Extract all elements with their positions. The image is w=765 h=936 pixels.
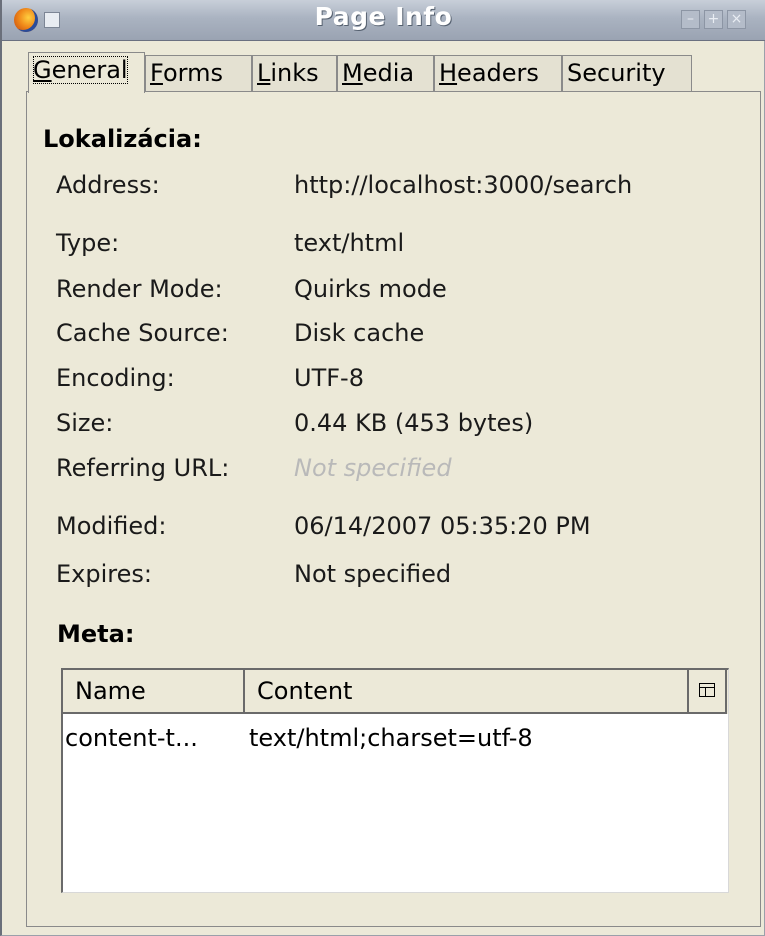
modified-label: Modified: [56, 512, 167, 540]
maximize-icon[interactable]: + [704, 10, 723, 29]
general-panel: Lokalizácia: Address: http://localhost:3… [26, 91, 761, 927]
tab-media[interactable]: Media [337, 55, 434, 91]
referring-url-value: Not specified [294, 454, 452, 482]
column-picker-button[interactable] [689, 670, 727, 714]
meta-row-name[interactable]: content-t... [65, 724, 198, 752]
title-bar[interactable]: Page Info – + × [2, 0, 765, 41]
tab-headers[interactable]: Headers [434, 55, 562, 91]
column-header-content[interactable]: Content [245, 670, 689, 714]
meta-table-header: Name Content [63, 670, 728, 714]
tab-links[interactable]: Links [252, 55, 337, 91]
type-label: Type: [56, 229, 120, 257]
cache-source-label: Cache Source: [56, 319, 229, 347]
page-info-window: Page Info – + × General Forms Links Medi… [0, 0, 765, 936]
close-icon[interactable]: × [727, 10, 746, 29]
tab-security[interactable]: Security [562, 55, 692, 91]
column-picker-icon [699, 683, 715, 697]
minimize-icon[interactable]: – [681, 10, 700, 29]
meta-table[interactable]: Name Content content-t... text/html;char… [61, 668, 729, 893]
encoding-value[interactable]: UTF-8 [294, 364, 364, 392]
render-mode-value[interactable]: Quirks mode [294, 275, 447, 303]
size-label: Size: [56, 409, 114, 437]
render-mode-label: Render Mode: [56, 275, 223, 303]
cache-source-value[interactable]: Disk cache [294, 319, 424, 347]
encoding-label: Encoding: [56, 364, 175, 392]
tab-general[interactable]: General [28, 52, 145, 93]
address-label: Address: [56, 171, 160, 199]
window-title: Page Info [314, 2, 453, 31]
modified-value[interactable]: 06/14/2007 05:35:20 PM [294, 512, 591, 540]
localization-heading: Lokalizácia: [43, 125, 202, 153]
referring-url-label: Referring URL: [56, 454, 230, 482]
address-value[interactable]: http://localhost:3000/search [294, 171, 632, 199]
expires-label: Expires: [56, 560, 152, 588]
expires-value[interactable]: Not specified [294, 560, 451, 588]
column-header-name[interactable]: Name [63, 670, 245, 714]
size-value[interactable]: 0.44 KB (453 bytes) [294, 409, 533, 437]
meta-row-content[interactable]: text/html;charset=utf-8 [249, 724, 533, 752]
type-value[interactable]: text/html [294, 229, 404, 257]
meta-heading: Meta: [57, 620, 135, 648]
tab-forms[interactable]: Forms [145, 55, 252, 91]
